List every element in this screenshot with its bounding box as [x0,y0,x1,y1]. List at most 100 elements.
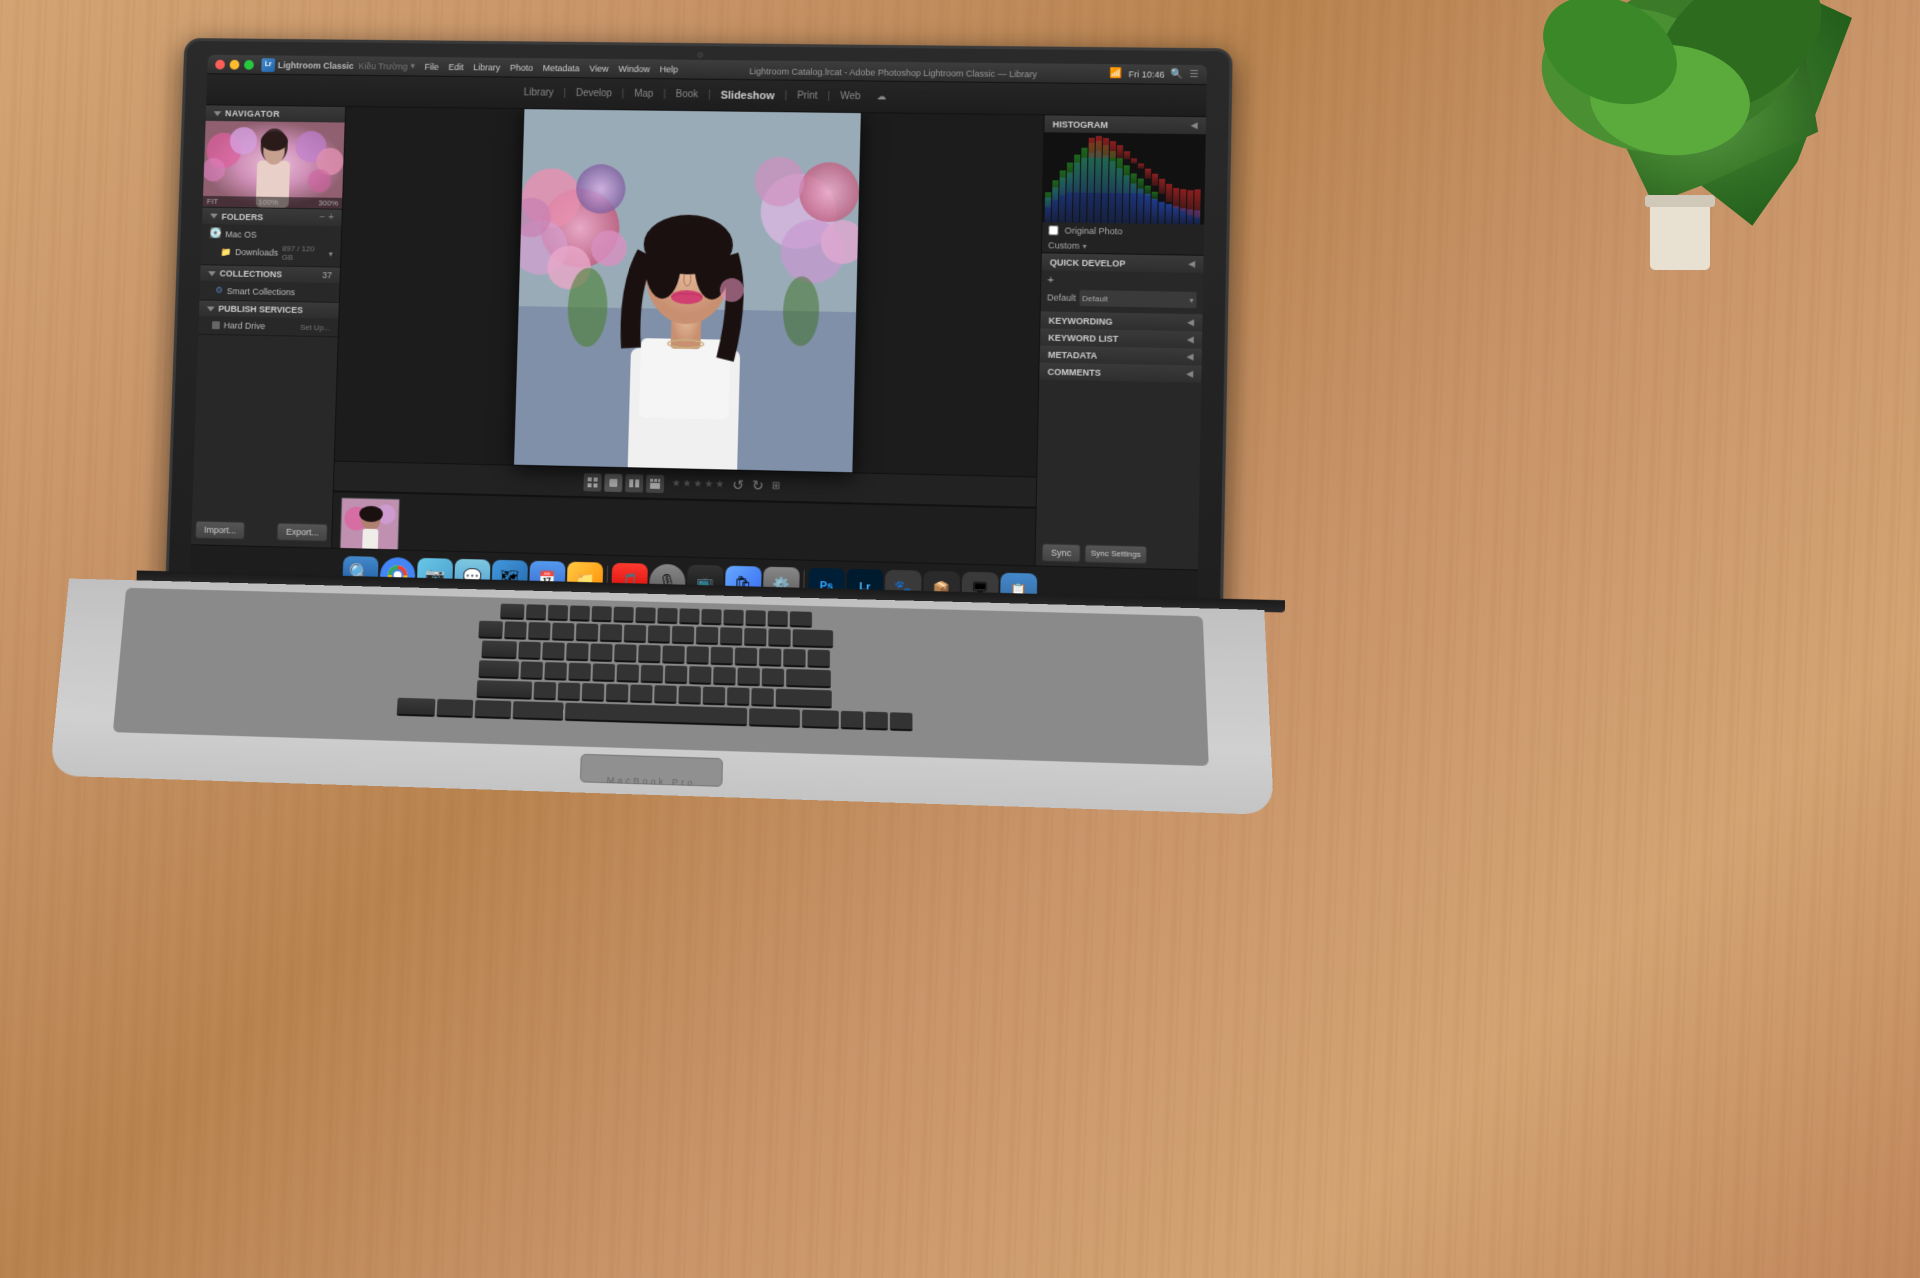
key-0[interactable] [720,627,742,645]
key-lbracket[interactable] [758,648,780,667]
key-equals[interactable] [768,629,790,648]
key-f3[interactable] [570,605,590,621]
key-f7[interactable] [657,608,677,624]
import-button[interactable]: Import... [195,521,245,540]
folder-downloads[interactable]: 📁 Downloads 897 / 120 GB ▾ [201,241,341,265]
key-quote[interactable] [762,668,784,687]
menu-view[interactable]: View [589,63,608,73]
qd-default-select[interactable]: Default ▾ [1079,290,1197,308]
key-k[interactable] [689,666,712,685]
sync-button[interactable]: Sync [1042,543,1081,562]
key-8[interactable] [672,626,694,644]
key-g[interactable] [616,664,639,683]
tab-print[interactable]: Print [787,90,828,101]
key-f8[interactable] [679,608,699,624]
key-esc[interactable] [500,604,524,620]
key-5[interactable] [600,624,623,642]
search-icon[interactable]: 🔍 [1171,69,1184,80]
key-f[interactable] [592,663,615,682]
zoom-100[interactable]: 100% [258,198,278,207]
star-5[interactable]: ★ [715,479,724,490]
star-1[interactable]: ★ [671,478,680,489]
key-s[interactable] [544,662,567,681]
key-f5[interactable] [613,607,633,623]
key-delete[interactable] [793,629,834,648]
survey-view-btn[interactable] [646,474,664,492]
key-f1[interactable] [526,604,546,620]
navigate-btn[interactable]: ⊞ [772,481,781,492]
key-minus[interactable] [744,628,766,646]
hard-drive-item[interactable]: Hard Drive Set Up... [198,318,338,334]
menu-photo[interactable]: Photo [510,62,533,72]
key-d[interactable] [568,663,591,682]
key-caps[interactable] [478,660,519,679]
tab-book[interactable]: Book [666,89,709,100]
key-fn[interactable] [397,698,436,717]
key-7[interactable] [648,625,670,643]
menu-bar[interactable]: File Edit Library Photo Metadata View Wi… [425,61,679,74]
key-cmd-r[interactable] [749,708,800,728]
key-backtick[interactable] [478,621,503,639]
key-f6[interactable] [635,607,655,623]
star-4[interactable]: ★ [704,479,713,490]
key-p[interactable] [734,647,756,666]
zoom-fit[interactable]: FIT [207,197,219,206]
key-backslash[interactable] [807,650,829,669]
menu-file[interactable]: File [425,61,439,71]
sync-settings-button[interactable]: Sync Settings [1084,544,1147,564]
key-space[interactable] [565,703,747,727]
rotate-left-btn[interactable]: ↺ [732,477,744,494]
key-x[interactable] [558,682,581,701]
close-button[interactable] [215,59,225,69]
menu-icon[interactable]: ☰ [1189,69,1198,80]
key-semicolon[interactable] [737,668,760,687]
zoom-300[interactable]: 300% [318,199,338,208]
key-option-r[interactable] [802,710,839,729]
key-f9[interactable] [701,609,721,625]
tab-slideshow[interactable]: Slideshow [711,89,785,102]
key-o[interactable] [710,647,732,666]
menu-metadata[interactable]: Metadata [543,63,580,73]
smart-collections-item[interactable]: ⚙ Smart Collections [200,283,340,300]
key-f12[interactable] [768,611,788,627]
key-ctrl[interactable] [437,699,474,718]
key-y[interactable] [638,645,661,664]
key-c[interactable] [582,683,605,702]
key-tab[interactable] [481,640,517,659]
menu-library[interactable]: Library [473,62,500,72]
menu-help[interactable]: Help [660,64,679,74]
key-i[interactable] [686,646,709,665]
key-h[interactable] [641,665,664,684]
key-return[interactable] [786,669,831,688]
key-n[interactable] [654,685,677,704]
tab-library[interactable]: Library [514,87,564,98]
tab-map[interactable]: Map [624,89,663,100]
key-4[interactable] [576,623,599,641]
menu-window[interactable]: Window [618,63,650,73]
comments-header[interactable]: Comments ◀ [1039,363,1201,383]
menu-edit[interactable]: Edit [448,62,463,72]
key-r[interactable] [590,643,613,661]
key-f4[interactable] [591,606,611,622]
key-lshift[interactable] [477,680,533,700]
rotate-right-btn[interactable]: ↻ [752,477,764,494]
set-up-label[interactable]: Set Up... [300,322,331,331]
maximize-button[interactable] [244,60,254,70]
loupe-view-btn[interactable] [604,473,622,491]
key-b[interactable] [630,685,653,704]
key-f10[interactable] [723,610,743,626]
tab-web[interactable]: Web [830,91,871,102]
export-button[interactable]: Export... [277,523,328,542]
star-3[interactable]: ★ [693,479,702,490]
folders-minus-btn[interactable]: − [319,212,325,223]
folders-plus-btn[interactable]: + [328,212,334,223]
key-1[interactable] [504,621,527,639]
compare-view-btn[interactable] [625,474,643,492]
key-a[interactable] [520,661,543,680]
key-power[interactable] [790,611,812,627]
qd-plus-btn[interactable]: + [1047,274,1054,286]
star-2[interactable]: ★ [682,478,691,489]
key-rshift[interactable] [776,689,832,709]
key-m[interactable] [678,686,701,705]
key-t[interactable] [614,644,637,663]
